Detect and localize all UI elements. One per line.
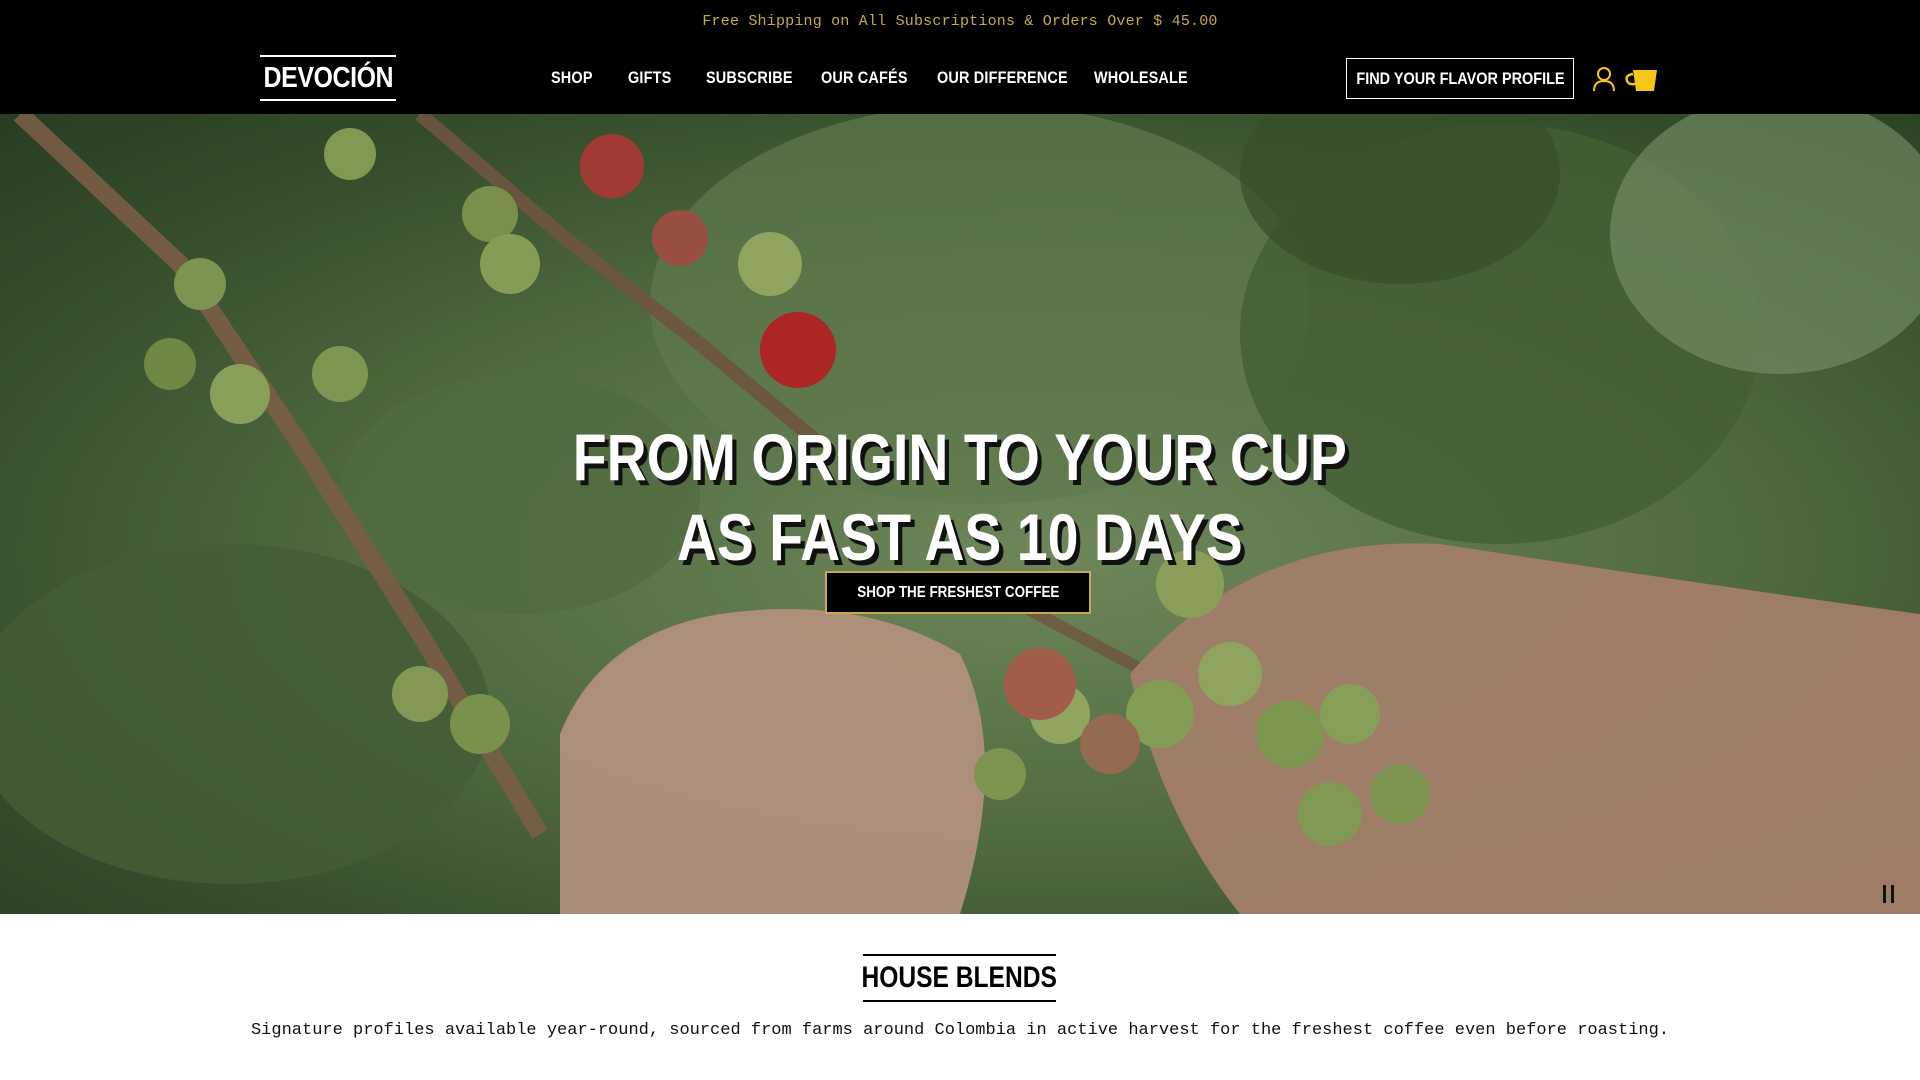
hero-title-text-2: AS FAST AS 10 DAYS <box>677 500 1243 574</box>
cup-cart-icon[interactable] <box>1624 66 1660 94</box>
hero-title-line-1: FROM ORIGIN TO YOUR CUP <box>0 417 1920 497</box>
pause-icon[interactable] <box>1882 884 1896 904</box>
hero-title-text-1: FROM ORIGIN TO YOUR CUP <box>572 420 1348 494</box>
house-blends-description: Signature profiles available year-round,… <box>250 1021 1670 1040</box>
flavor-button-label: FIND YOUR FLAVOR PROFILE <box>1355 68 1565 88</box>
hero-cta-label: SHOP THE FRESHEST COFFEE <box>856 583 1060 601</box>
hero-banner: FROM ORIGIN TO YOUR CUP AS FAST AS 10 DA… <box>0 114 1920 914</box>
logo[interactable]: DEVOCIÓN <box>260 55 396 101</box>
nav-gifts[interactable]: GIFTS <box>628 68 671 88</box>
site-header: DEVOCIÓN SHOP GIFTS SUBSCRIBE OUR CAFÉS … <box>0 42 1920 114</box>
find-flavor-profile-button[interactable]: FIND YOUR FLAVOR PROFILE <box>1346 58 1574 99</box>
house-blends-title: HOUSE BLENDS <box>861 954 1058 1002</box>
announcement-bar: Free Shipping on All Subscriptions & Ord… <box>0 0 1920 42</box>
nav-our-cafes[interactable]: OUR CAFÉS <box>821 68 908 88</box>
logo-text: DEVOCIÓN <box>263 61 393 94</box>
nav-shop[interactable]: SHOP <box>551 68 593 88</box>
hero-title-line-2: AS FAST AS 10 DAYS <box>0 497 1920 577</box>
shop-freshest-coffee-button[interactable]: SHOP THE FRESHEST COFFEE <box>825 571 1091 614</box>
house-blends-title-text: HOUSE BLENDS <box>861 961 1058 994</box>
nav-subscribe[interactable]: SUBSCRIBE <box>706 68 793 88</box>
nav-our-difference[interactable]: OUR DIFFERENCE <box>937 68 1068 88</box>
announcement-text: Free Shipping on All Subscriptions & Ord… <box>702 12 1218 30</box>
nav-wholesale[interactable]: WHOLESALE <box>1094 68 1188 88</box>
user-icon[interactable] <box>1592 66 1616 92</box>
